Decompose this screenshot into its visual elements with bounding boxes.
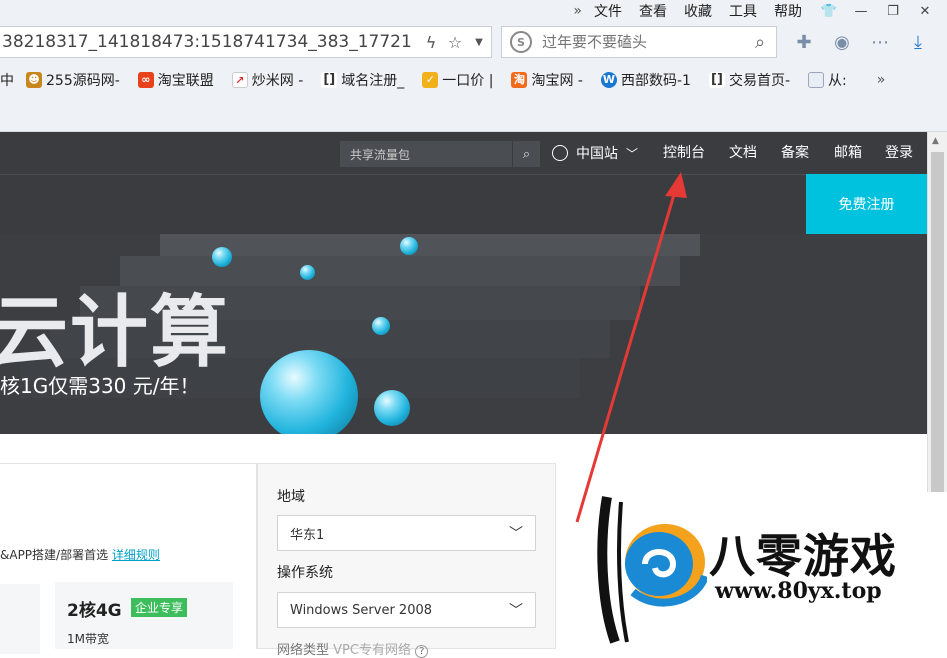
bookmark-255[interactable]: ☻ 255源码网- bbox=[26, 70, 120, 90]
promo-line: &APP搭建/部署首选 详细规则 bbox=[0, 546, 160, 563]
search-icon[interactable]: ⌕ bbox=[512, 141, 540, 167]
search-engine-icon[interactable]: S bbox=[510, 31, 532, 53]
menu-bar: » 文件 查看 收藏 工具 帮助 👕 — ❐ ✕ bbox=[573, 0, 947, 22]
minimize-button[interactable]: — bbox=[851, 4, 871, 19]
scroll-up-icon[interactable]: ▲ bbox=[932, 136, 939, 146]
nav-mail[interactable]: 邮箱 bbox=[834, 132, 862, 174]
chevron-down-icon: ﹀ bbox=[509, 526, 523, 542]
folder-icon bbox=[808, 72, 825, 88]
region-select-value: 华东1 bbox=[290, 527, 325, 543]
sphere-decoration bbox=[260, 350, 358, 434]
chart-icon: ↗ bbox=[231, 72, 248, 88]
sphere-decoration bbox=[300, 265, 315, 280]
taobao-union-icon: ∞ bbox=[137, 72, 154, 88]
bookmarks-overflow-icon[interactable]: » bbox=[877, 72, 886, 88]
skin-icon[interactable]: 👕 bbox=[819, 4, 839, 19]
watermark-url: www.80yx.top bbox=[715, 578, 882, 604]
favorite-star-icon[interactable]: ☆ bbox=[443, 33, 467, 52]
watermark-logo bbox=[597, 496, 707, 644]
search-icon[interactable]: ⌕ bbox=[744, 32, 776, 53]
config-panel: 地域 华东1 ﹀ 操作系统 Windows Server 2008 ﹀ 网络类型… bbox=[257, 463, 556, 658]
site-main-nav bbox=[0, 174, 927, 234]
menu-file[interactable]: 文件 bbox=[594, 1, 622, 21]
nav-console[interactable]: 控制台 bbox=[663, 132, 705, 174]
bookmark-west[interactable]: W 西部数码-1 bbox=[600, 70, 691, 90]
browser-chrome: » 文件 查看 收藏 工具 帮助 👕 — ❐ ✕ 38218317_141818… bbox=[0, 0, 947, 132]
promo-text: &APP搭建/部署首选 bbox=[0, 548, 109, 562]
toolbar-icons: ✚ ◉ ⋯ ⤓ bbox=[790, 28, 942, 56]
nav-login[interactable]: 登录 bbox=[885, 132, 913, 174]
address-bar[interactable]: 38218317_141818473:1518741734_383_17721 … bbox=[0, 26, 492, 58]
spec-title: 2核4G bbox=[67, 601, 122, 621]
bracket-icon: [] bbox=[321, 72, 338, 88]
menu-view[interactable]: 查看 bbox=[639, 1, 667, 21]
sphere-decoration bbox=[212, 247, 232, 267]
sphere-decoration bbox=[372, 317, 390, 335]
bear-icon: ☻ bbox=[26, 72, 42, 88]
site-search-input[interactable]: 共享流量包 bbox=[340, 146, 512, 163]
lightning-icon[interactable]: ϟ bbox=[419, 33, 443, 52]
search-input[interactable] bbox=[542, 33, 744, 51]
os-select[interactable]: Windows Server 2008 ﹀ bbox=[277, 592, 536, 628]
browser-search-box[interactable]: S ⌕ bbox=[501, 26, 777, 58]
bookmark-trade[interactable]: [] 交易首页- bbox=[708, 70, 790, 90]
site-top-nav: 共享流量包 ⌕ 中国站 ﹀ 控制台 文档 备案 邮箱 登录 bbox=[0, 132, 927, 174]
sphere-decoration bbox=[400, 237, 418, 255]
extension-icon[interactable]: ✚ bbox=[790, 28, 818, 56]
west-icon: W bbox=[600, 72, 617, 88]
dropdown-arrow-icon[interactable]: ▼ bbox=[467, 37, 491, 48]
register-button[interactable]: 免费注册 bbox=[806, 174, 927, 234]
menu-help[interactable]: 帮助 bbox=[774, 1, 802, 21]
os-field-label: 操作系统 bbox=[277, 565, 333, 581]
network-value: VPC专有网络 bbox=[333, 643, 411, 658]
chevron-down-icon: ﹀ bbox=[509, 603, 523, 619]
bookmark-chaomi[interactable]: ↗ 炒米网 - bbox=[231, 70, 303, 90]
download-icon[interactable]: ⤓ bbox=[904, 28, 932, 56]
watermark-title: 八零游戏 bbox=[709, 529, 897, 583]
watermark: 八零游戏 www.80yx.top bbox=[597, 492, 947, 649]
address-text[interactable]: 38218317_141818473:1518741734_383_17721 bbox=[0, 32, 419, 52]
screenshot-icon[interactable]: ◉ bbox=[828, 28, 856, 56]
region-label: 中国站 bbox=[576, 146, 618, 162]
network-field-label: 网络类型 bbox=[277, 643, 330, 658]
rules-link[interactable]: 详细规则 bbox=[112, 548, 160, 562]
bookmark-yikoujia[interactable]: ✓ 一口价 | bbox=[422, 70, 493, 90]
bookmark-taobao[interactable]: 淘淘宝网 - bbox=[511, 70, 583, 90]
bracket-icon: [] bbox=[708, 72, 725, 88]
more-chevron-icon[interactable]: » bbox=[573, 3, 582, 19]
banner-subline: 核1G仅需330 元/年！ bbox=[0, 374, 200, 398]
yikoujia-icon: ✓ bbox=[422, 72, 439, 88]
bookmark-domain[interactable]: [] 域名注册_ bbox=[321, 70, 404, 90]
nav-docs[interactable]: 文档 bbox=[729, 132, 757, 174]
os-select-value: Windows Server 2008 bbox=[290, 602, 433, 618]
bookmark-folder[interactable]: 从: bbox=[808, 70, 847, 90]
globe-icon bbox=[552, 145, 568, 161]
spec-card[interactable]: 2核4G 企业专享 1M带宽 bbox=[55, 582, 233, 649]
sphere-decoration bbox=[374, 390, 410, 426]
taobao-icon: 淘 bbox=[511, 72, 528, 88]
bookmark-taobao-union[interactable]: ∞ 淘宝联盟 bbox=[137, 70, 214, 90]
help-icon[interactable]: ? bbox=[415, 645, 429, 658]
stair-shape bbox=[160, 234, 700, 256]
region-select[interactable]: 华东1 ﹀ bbox=[277, 515, 536, 551]
menu-favorites[interactable]: 收藏 bbox=[684, 1, 712, 21]
restore-button[interactable]: ❐ bbox=[883, 4, 903, 19]
region-field-label: 地域 bbox=[277, 489, 305, 505]
hero-banner[interactable]: 云计算 核1G仅需330 元/年！ bbox=[0, 234, 927, 434]
region-selector[interactable]: 中国站 ﹀ bbox=[552, 132, 638, 174]
site-search-box[interactable]: 共享流量包 ⌕ bbox=[340, 141, 540, 167]
menu-tools[interactable]: 工具 bbox=[729, 1, 757, 21]
chevron-down-icon: ﹀ bbox=[626, 146, 639, 161]
nav-filing[interactable]: 备案 bbox=[781, 132, 809, 174]
bookmarks-bar: 中 ☻ 255源码网- ∞ 淘宝联盟 ↗ 炒米网 - [] 域名注册_ ✓ 一口价 | 淘… bbox=[0, 64, 947, 96]
bookmark-partial-label: 中 bbox=[0, 73, 14, 89]
banner-headline: 云计算 bbox=[0, 288, 231, 378]
spec-bandwidth: 1M带宽 bbox=[67, 632, 109, 646]
enterprise-badge: 企业专享 bbox=[131, 598, 188, 617]
close-button[interactable]: ✕ bbox=[915, 4, 935, 19]
more-icon[interactable]: ⋯ bbox=[866, 28, 894, 56]
spec-card-partial[interactable] bbox=[0, 584, 40, 654]
